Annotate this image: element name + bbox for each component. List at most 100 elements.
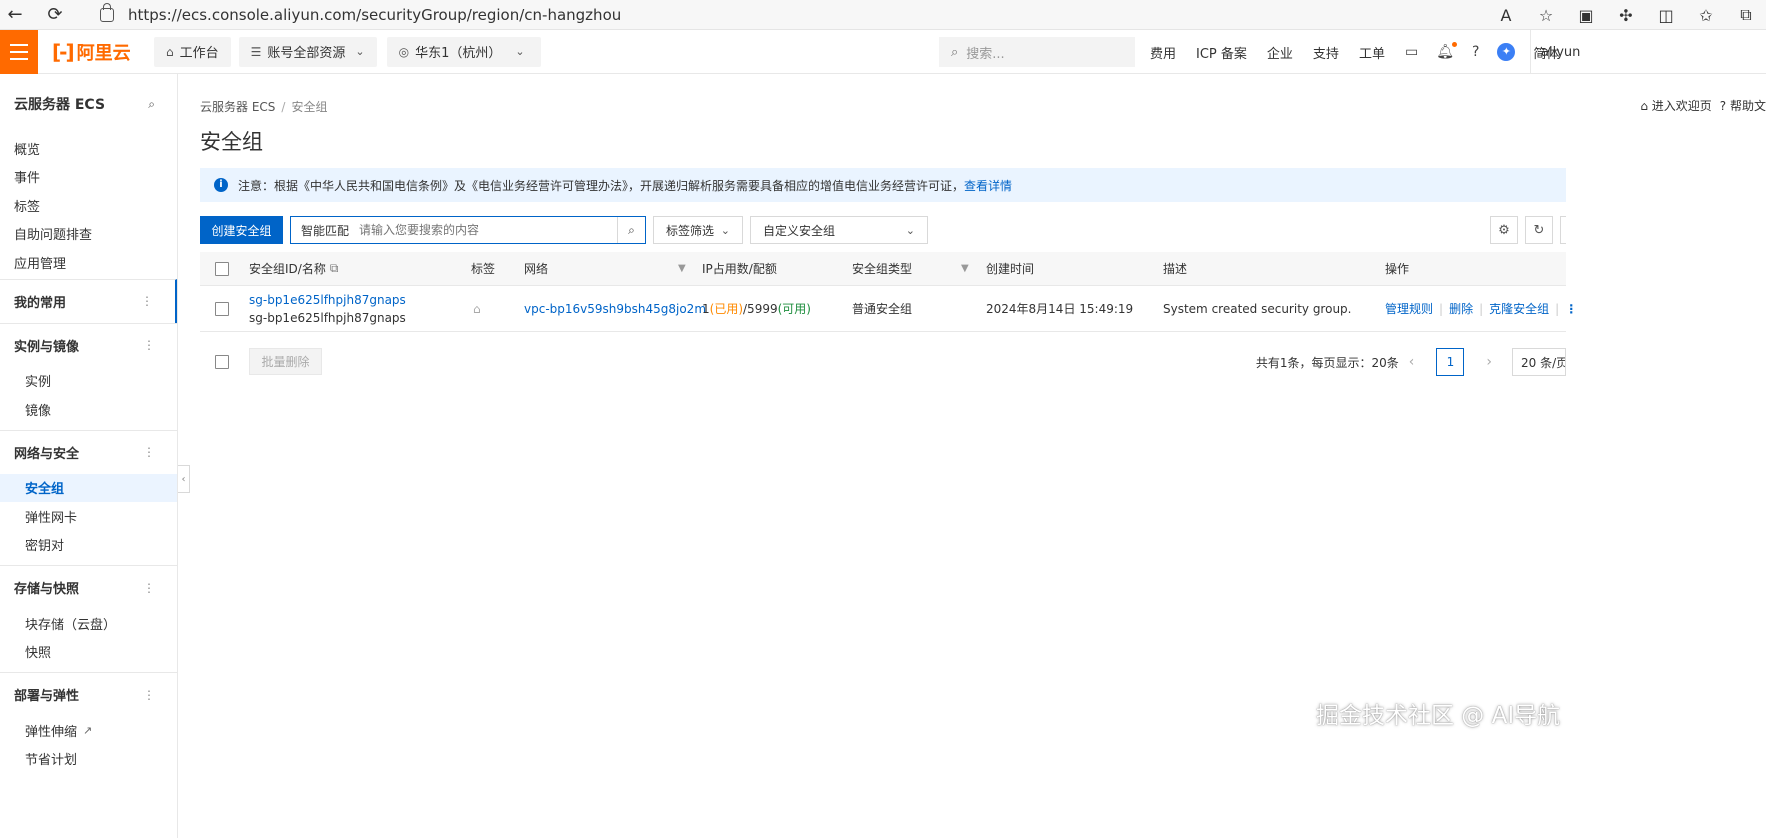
tag-icon[interactable]: ⌂ (473, 286, 481, 331)
sidebar-item-disk[interactable]: 块存储（云盘） (0, 609, 177, 638)
welcome-link[interactable]: ⌂ 进入欢迎页 (1640, 97, 1711, 114)
footer-select-all-checkbox[interactable] (215, 355, 229, 369)
terminal-icon[interactable]: ▭ (1405, 44, 1418, 60)
more-vertical-icon[interactable]: ⋮ (1565, 302, 1577, 316)
more-vertical-icon[interactable]: ⋮ (141, 294, 153, 308)
refresh-icon[interactable]: ↻ (1525, 216, 1553, 244)
delete-link[interactable]: 删除 (1449, 300, 1473, 317)
ai-assistant-icon[interactable]: ✦ (1497, 43, 1516, 61)
sidebar-group-network[interactable]: 网络与安全 ⋮ (0, 429, 177, 474)
read-aloud-icon[interactable]: A (1486, 6, 1526, 25)
sidebar-item-events[interactable]: 事件 (0, 163, 177, 192)
create-security-group-button[interactable]: 创建安全组 (200, 216, 283, 244)
topbar-link-fee[interactable]: 费用 (1150, 43, 1176, 62)
browser-toolbar: ← ⟳ https://ecs.console.aliyun.com/secur… (0, 0, 1766, 30)
sidebar-item-image[interactable]: 镜像 (0, 395, 177, 424)
sidebar-group-deploy[interactable]: 部署与弹性 ⋮ (0, 672, 177, 716)
clone-link[interactable]: 克隆安全组 (1489, 300, 1549, 317)
search-icon[interactable]: ⌕ (617, 217, 645, 243)
security-group-id-link[interactable]: sg-bp1e625lfhpjh87gnaps (249, 291, 406, 309)
column-header-tags: 标签 (471, 262, 496, 276)
home-icon: ⌂ (1640, 99, 1648, 113)
settings-icon[interactable]: ⚙ (1490, 216, 1518, 244)
tag-filter-select[interactable]: 标签筛选 ⌄ (653, 216, 743, 244)
menu-icon[interactable] (0, 29, 38, 74)
chevron-right-icon[interactable]: › (1486, 354, 1492, 370)
notice-details-link[interactable]: 查看详情 (964, 177, 1012, 194)
collections-icon[interactable]: ⧉ (1726, 5, 1766, 25)
sidebar-item-app-management[interactable]: 应用管理 (0, 248, 177, 277)
sidebar-item-troubleshoot[interactable]: 自助问题排查 (0, 220, 177, 249)
select-all-checkbox[interactable] (215, 261, 229, 276)
filter-icon[interactable]: ▼ (678, 263, 686, 274)
topbar-link-enterprise[interactable]: 企业 (1267, 43, 1293, 62)
puzzle-icon[interactable]: ✣ (1606, 6, 1646, 25)
search-icon[interactable]: ⌕ (148, 97, 155, 112)
sidebar-item-eni[interactable]: 弹性网卡 (0, 502, 177, 531)
more-vertical-icon[interactable]: ⋮ (143, 445, 155, 459)
page-size-select[interactable]: 20 条/页 (1512, 348, 1566, 376)
table-header: 安全组ID/名称 ⧉ 标签 网络 ▼ IP占用数/配额 安全组类型 ▼ 创建时间 … (200, 252, 1566, 286)
more-vertical-icon[interactable]: ⋮ (143, 581, 155, 595)
watermark: 掘金技术社区 @ AI导航 (1316, 703, 1561, 729)
copy-icon[interactable]: ⧉ (330, 261, 339, 276)
help-icon[interactable]: ? (1472, 44, 1479, 60)
breadcrumb-ecs[interactable]: 云服务器 ECS (200, 100, 275, 114)
sidebar-title-text: 云服务器 ECS (14, 97, 106, 113)
topbar-link-icp[interactable]: ICP 备案 (1196, 43, 1247, 62)
topbar-links: 费用 ICP 备案 企业 支持 工单 ▭ 🔔︎ ? ✦ 简体 (1150, 30, 1579, 74)
sidebar-item-autoscaling[interactable]: 弹性伸缩 ↗ (0, 716, 177, 745)
chevron-left-icon[interactable]: ‹ (1409, 354, 1415, 370)
sidebar-item-savings-plan[interactable]: 节省计划 (0, 745, 177, 774)
extension-icon[interactable]: ▣ (1566, 6, 1606, 25)
location-icon: ◎ (398, 44, 410, 59)
vpc-link[interactable]: vpc-bp16v59sh9bsh45g8jo2m (524, 302, 706, 316)
global-search-placeholder: 搜索... (966, 46, 1005, 62)
created-time: 2024年8月14日 15:49:19 (986, 302, 1134, 316)
reload-icon[interactable]: ⟳ (40, 0, 70, 30)
sidebar-item-instance[interactable]: 实例 (0, 367, 177, 396)
aliyun-logo[interactable]: [-] 阿里云 (52, 39, 132, 65)
table-footer: 批量删除 共有1条，每页显示：20条 ‹ 1 › 20 条/页 (200, 346, 1566, 378)
sidebar-group-favorites[interactable]: 我的常用 ⋮ (0, 278, 177, 323)
global-search-input[interactable]: ⌕ 搜索... (939, 37, 1135, 67)
search-type-select[interactable]: 智能匹配 (291, 222, 359, 239)
user-account[interactable]: aliyun (1530, 30, 1580, 74)
resource-dropdown[interactable]: ☰ 账号全部资源 ⌄ (238, 36, 377, 67)
lock-icon (100, 3, 114, 22)
manage-rules-link[interactable]: 管理规则 (1385, 300, 1433, 317)
sidebar-group-instances[interactable]: 实例与镜像 ⋮ (0, 322, 177, 367)
workbench-button[interactable]: ⌂ 工作台 (154, 36, 231, 67)
favorites-icon[interactable]: ✩ (1686, 6, 1726, 25)
page-button-current[interactable]: 1 (1436, 348, 1465, 376)
help-link[interactable]: ? 帮助文 (1720, 97, 1766, 114)
more-vertical-icon[interactable]: ⋮ (143, 688, 155, 702)
topbar-link-support[interactable]: 支持 (1313, 43, 1339, 62)
address-bar[interactable]: https://ecs.console.aliyun.com/securityG… (100, 3, 1390, 27)
batch-delete-button[interactable]: 批量删除 (249, 348, 322, 375)
filter-icon[interactable]: ▼ (961, 263, 969, 274)
sidebar-item-overview[interactable]: 概览 (0, 134, 177, 163)
chevron-down-icon: ⌄ (515, 45, 525, 58)
favorite-star-icon[interactable]: ☆ (1526, 6, 1566, 25)
sidebar-item-security-group[interactable]: 安全组 (0, 473, 177, 502)
ip-quota-count: /5999 (743, 301, 778, 316)
description: System created security group. (1163, 301, 1352, 316)
region-dropdown[interactable]: ◎ 华东1（杭州） ⌄ (386, 36, 541, 67)
sidebar-collapse-icon[interactable]: ‹ (178, 465, 190, 493)
search-input[interactable] (359, 223, 617, 237)
row-checkbox[interactable] (215, 301, 229, 316)
back-icon[interactable]: ← (0, 0, 30, 30)
split-screen-icon[interactable]: ◫ (1646, 6, 1686, 25)
breadcrumb: 云服务器 ECS / 安全组 (200, 100, 328, 114)
topbar-link-ticket[interactable]: 工单 (1359, 43, 1385, 62)
more-vertical-icon[interactable]: ⋮ (143, 338, 155, 352)
sidebar-item-tags[interactable]: 标签 (0, 191, 177, 220)
sidebar-item-keypair[interactable]: 密钥对 (0, 531, 177, 560)
column-header-type: 安全组类型 (852, 262, 913, 276)
bell-icon[interactable]: 🔔︎ (1436, 42, 1457, 60)
sidebar-item-snapshot[interactable]: 快照 (0, 638, 177, 667)
download-icon[interactable] (1560, 216, 1566, 244)
sidebar-group-storage[interactable]: 存储与快照 ⋮ (0, 565, 177, 609)
custom-group-select[interactable]: 自定义安全组 ⌄ (750, 216, 928, 244)
